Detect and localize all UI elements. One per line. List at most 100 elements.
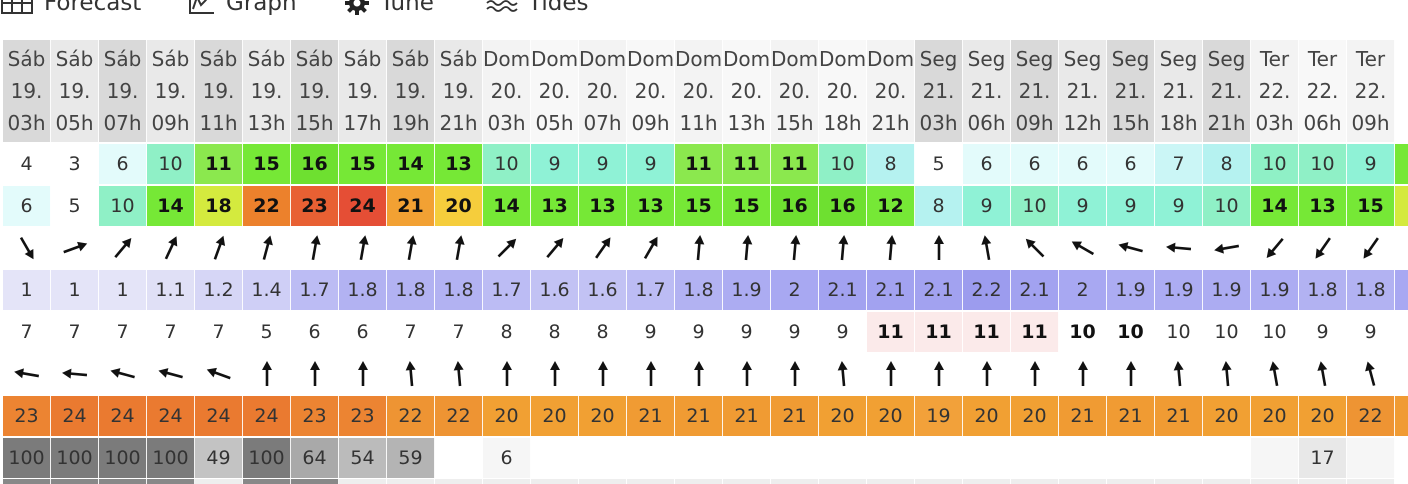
wave-direction-arrow-icon <box>1268 361 1279 387</box>
wave-height-cell: 1.6 <box>531 270 579 310</box>
cloud-cover-next-row <box>1011 479 1059 484</box>
wave-period-value: 9 <box>740 321 753 343</box>
temperature-value: 22 <box>1358 405 1383 427</box>
wave-direction-cell <box>99 354 147 394</box>
wave-period-value: 10 <box>1214 321 1239 343</box>
wind-direction-arrow-icon <box>113 238 131 259</box>
wave-height-cell: 1 <box>99 270 147 310</box>
wave-direction-arrow-icon <box>405 361 416 387</box>
wind-direction-cell <box>627 228 675 268</box>
wave-period-value: 6 <box>356 321 369 343</box>
tab-tides[interactable]: Tides <box>486 0 588 20</box>
wind-speed-cell: 6 <box>1107 144 1155 184</box>
wave-height-cell: 2 <box>1059 270 1107 310</box>
wave-direction-arrow-icon <box>837 361 848 387</box>
wind-speed-cell: 7 <box>1155 144 1203 184</box>
temperature-cell: 20 <box>1011 396 1059 436</box>
day-label: Ter <box>1307 47 1338 71</box>
wind-speed-value: 16 <box>301 153 328 175</box>
date-header: Sáb 19. 05h <box>51 40 99 142</box>
wave-direction-cell <box>1155 354 1203 394</box>
wind-speed-value: 14 <box>397 153 424 175</box>
wave-height-value: 1.7 <box>299 279 330 301</box>
hour-label: 05h <box>55 111 94 135</box>
cloud-cover-next-row <box>243 479 291 484</box>
wind-direction-cell <box>387 228 435 268</box>
date-label: 19. <box>202 79 235 103</box>
temperature-value: 20 <box>1022 405 1047 427</box>
wind-speed-value: 10 <box>1262 153 1287 175</box>
cloud-cover-next-row <box>195 479 243 484</box>
wind-direction-cell <box>1107 228 1155 268</box>
temperature-value: 23 <box>14 405 39 427</box>
wave-direction-cell <box>771 354 819 394</box>
day-label: Sáb <box>7 47 46 71</box>
wind-gust-value: 24 <box>349 195 376 217</box>
temperature-value: 22 <box>446 405 471 427</box>
wave-height-cell: 1.8 <box>675 270 723 310</box>
wind-speed-value: 10 <box>1310 153 1335 175</box>
wave-height-cell: 1.8 <box>435 270 483 310</box>
cloud-cover-cell <box>531 438 579 478</box>
wind-speed-cell: 14 <box>387 144 435 184</box>
wind-direction-arrow-icon <box>1071 241 1094 256</box>
date-label: 21. <box>1114 79 1147 103</box>
cloud-cover-next-row <box>3 479 51 484</box>
wave-height-value: 2 <box>788 279 801 301</box>
wind-speed-cell: 5 <box>915 144 963 184</box>
wave-period-cell: 7 <box>147 312 195 352</box>
day-label: Sáb <box>343 47 382 71</box>
wind-direction-arrow-icon <box>741 235 752 261</box>
next-column-edge <box>1395 186 1408 226</box>
cloud-cover-next-row <box>963 479 1011 484</box>
wind-speed-value: 9 <box>644 153 657 175</box>
tab-graph-label: Graph <box>226 0 297 16</box>
wind-speed-value: 6 <box>980 153 993 175</box>
wave-height-cell: 1.6 <box>579 270 627 310</box>
day-label: Seg <box>1207 47 1246 71</box>
cloud-cover-cell: 100 <box>3 438 51 478</box>
wave-period-cell: 11 <box>963 312 1011 352</box>
wave-height-value: 1.8 <box>1355 279 1386 301</box>
tab-tune[interactable]: Tune <box>344 0 434 20</box>
temperature-cell: 21 <box>771 396 819 436</box>
wave-height-cell: 2.1 <box>867 270 915 310</box>
cloud-cover-next-row <box>819 479 867 484</box>
temperature-cell: 21 <box>1155 396 1203 436</box>
wind-gust-cell: 9 <box>1059 186 1107 226</box>
temperature-cell: 24 <box>51 396 99 436</box>
wave-direction-arrow-icon <box>981 361 992 386</box>
date-header: Sáb 19. 21h <box>435 40 483 142</box>
wave-direction-arrow-icon <box>157 368 183 379</box>
wave-direction-arrow-icon <box>693 361 704 386</box>
wind-gust-cell: 16 <box>819 186 867 226</box>
date-header: Sáb 19. 19h <box>387 40 435 142</box>
tab-graph[interactable]: Graph <box>188 0 297 20</box>
day-label: Seg <box>919 47 958 71</box>
date-label: 19. <box>346 79 379 103</box>
wave-direction-cell <box>3 354 51 394</box>
wind-direction-cell <box>819 228 867 268</box>
wind-speed-cell: 6 <box>99 144 147 184</box>
wave-direction-cell <box>915 354 963 394</box>
wind-speed-cell: 11 <box>723 144 771 184</box>
day-label: Seg <box>1015 47 1054 71</box>
wave-period-value: 8 <box>548 321 561 343</box>
tab-forecast[interactable]: Forecast <box>0 0 141 20</box>
cloud-cover-next-row <box>1203 479 1251 484</box>
wind-gust-value: 9 <box>1172 195 1185 217</box>
tab-tides-label: Tides <box>528 0 589 16</box>
temperature-cell: 20 <box>1299 396 1347 436</box>
date-label: 20. <box>538 79 571 103</box>
wave-direction-arrow-icon <box>1029 361 1040 386</box>
wind-speed-cell: 6 <box>1011 144 1059 184</box>
cloud-cover-cell: 100 <box>99 438 147 478</box>
next-column-edge <box>1395 438 1408 478</box>
wave-height-value: 1.6 <box>587 279 618 301</box>
wind-speed-value: 7 <box>1172 153 1185 175</box>
wave-direction-arrow-icon <box>13 368 39 379</box>
wave-period-cell: 6 <box>291 312 339 352</box>
wave-direction-cell <box>387 354 435 394</box>
cloud-cover-next-row <box>1107 479 1155 484</box>
wave-direction-arrow-icon <box>206 367 231 380</box>
